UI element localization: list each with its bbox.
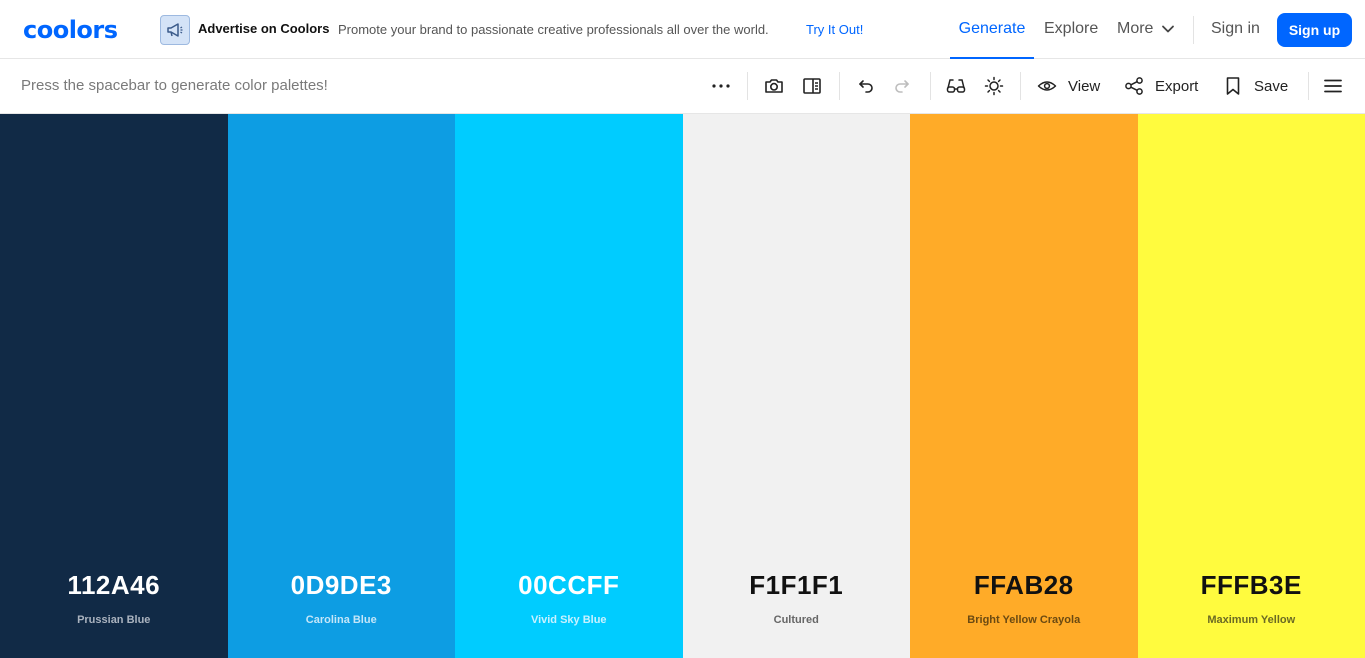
export-label: Export bbox=[1155, 77, 1199, 95]
nav-generate-label: Generate bbox=[958, 19, 1026, 37]
nav-generate-tab[interactable]: Generate bbox=[950, 0, 1034, 59]
swatch-color-name[interactable]: Carolina Blue bbox=[228, 614, 456, 626]
swatch-hex[interactable]: 0D9DE3 bbox=[228, 570, 456, 601]
swatch-hex[interactable]: 112A46 bbox=[0, 570, 228, 601]
image-picker-button[interactable] bbox=[763, 72, 785, 100]
swatch-hex[interactable]: FFAB28 bbox=[910, 570, 1138, 601]
spacebar-hint: Press the spacebar to generate color pal… bbox=[21, 77, 328, 94]
toolbar-divider bbox=[1308, 72, 1309, 100]
save-label: Save bbox=[1254, 77, 1289, 95]
toolbar-divider bbox=[930, 72, 931, 100]
color-swatch[interactable]: FFFB3E Maximum Yellow bbox=[1137, 114, 1365, 658]
menu-button[interactable] bbox=[1322, 72, 1344, 100]
export-button[interactable]: Export bbox=[1123, 72, 1198, 100]
toolbar: Press the spacebar to generate color pal… bbox=[0, 59, 1365, 114]
nav-explore-link[interactable]: Explore bbox=[1044, 20, 1098, 38]
redo-icon bbox=[895, 80, 909, 93]
color-swatch[interactable]: FFAB28 Bright Yellow Crayola bbox=[910, 114, 1138, 658]
adjust-palette-button[interactable] bbox=[983, 72, 1005, 100]
nav-more-dropdown[interactable]: More bbox=[1117, 20, 1175, 38]
save-button[interactable]: Save bbox=[1222, 72, 1288, 100]
ellipsis-icon bbox=[712, 84, 730, 88]
color-swatch[interactable]: 112A46 Prussian Blue bbox=[0, 114, 228, 658]
color-blindness-button[interactable] bbox=[945, 72, 967, 100]
sun-icon bbox=[984, 76, 1004, 96]
bookmark-icon bbox=[1226, 77, 1240, 95]
swatch-hex[interactable]: F1F1F1 bbox=[683, 570, 911, 601]
top-navbar: coolors Advertise on Coolors Promote you… bbox=[0, 0, 1365, 59]
swatch-color-name[interactable]: Bright Yellow Crayola bbox=[910, 614, 1138, 626]
signin-link[interactable]: Sign in bbox=[1211, 20, 1260, 38]
camera-icon bbox=[765, 79, 783, 93]
view-button[interactable]: View bbox=[1036, 72, 1100, 100]
swatch-hex[interactable]: FFFB3E bbox=[1138, 570, 1365, 601]
view-panel-button[interactable] bbox=[801, 72, 823, 100]
signup-button[interactable]: Sign up bbox=[1277, 13, 1352, 47]
glasses-icon bbox=[946, 79, 966, 93]
swatch-color-name[interactable]: Vivid Sky Blue bbox=[455, 614, 683, 626]
color-swatch[interactable]: 00CCFF Vivid Sky Blue bbox=[455, 114, 683, 658]
swatch-color-name[interactable]: Maximum Yellow bbox=[1138, 614, 1365, 626]
ad-try-link[interactable]: Try It Out! bbox=[806, 22, 863, 37]
eye-icon bbox=[1037, 81, 1057, 91]
coolors-logo[interactable]: coolors bbox=[23, 14, 118, 46]
ad-text: Promote your brand to passionate creativ… bbox=[338, 22, 769, 37]
color-swatch[interactable]: 0D9DE3 Carolina Blue bbox=[227, 114, 456, 658]
nav-more-label: More bbox=[1117, 20, 1154, 37]
share-icon bbox=[1125, 77, 1143, 95]
swatch-color-name[interactable]: Cultured bbox=[683, 614, 911, 626]
swatch-color-name[interactable]: Prussian Blue bbox=[0, 614, 228, 626]
toolbar-divider bbox=[1020, 72, 1021, 100]
nav-divider bbox=[1193, 16, 1194, 44]
undo-button[interactable] bbox=[854, 72, 876, 100]
swatch-hex[interactable]: 00CCFF bbox=[455, 570, 683, 601]
redo-button[interactable] bbox=[892, 72, 914, 100]
ad-title: Advertise on Coolors bbox=[198, 21, 330, 36]
toolbar-divider bbox=[839, 72, 840, 100]
undo-icon bbox=[859, 80, 873, 93]
chevron-down-icon bbox=[1162, 25, 1175, 33]
toolbar-divider bbox=[747, 72, 748, 100]
view-label: View bbox=[1068, 77, 1101, 95]
color-swatch[interactable]: F1F1F1 Cultured bbox=[682, 114, 911, 658]
side-panel-icon bbox=[803, 78, 821, 94]
megaphone-icon bbox=[160, 15, 190, 45]
more-options-button[interactable] bbox=[710, 72, 732, 100]
hamburger-menu-icon bbox=[1324, 79, 1342, 93]
color-palette: 112A46 Prussian Blue 0D9DE3 Carolina Blu… bbox=[0, 114, 1365, 658]
